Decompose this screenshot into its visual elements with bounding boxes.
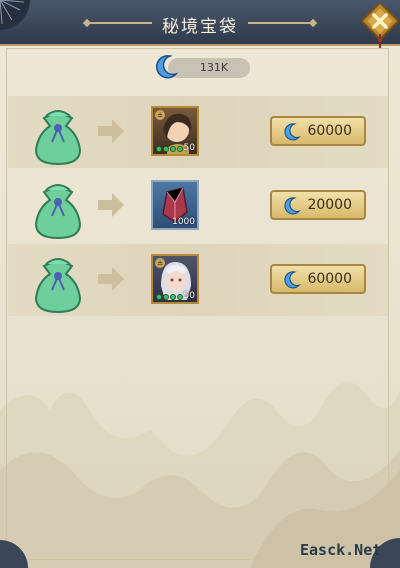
buy-button-1[interactable]: 60000 [270, 116, 366, 146]
material-item[interactable]: 1000 [151, 180, 199, 230]
price-label: 60000 [307, 123, 352, 139]
arrow-right-icon [98, 267, 124, 291]
crescent-moon-icon [284, 271, 301, 289]
arrow-right-icon [98, 119, 124, 143]
fan-ornament-icon [0, 540, 28, 568]
item-level: 50 [183, 291, 195, 301]
title-bar: 秘境宝袋 [0, 0, 400, 46]
hero-card-item[interactable]: ± 50 [151, 254, 199, 304]
item-count: 1000 [172, 217, 195, 227]
buy-button-2[interactable]: 20000 [270, 190, 366, 220]
green-pouch-icon [34, 184, 82, 240]
reward-row-3: ± 50 60000 [8, 244, 388, 316]
reward-row-1: ± 50 60000 [8, 96, 388, 168]
class-badge: ± [155, 110, 165, 120]
buy-button-3[interactable]: 60000 [270, 264, 366, 294]
hero-card-item[interactable]: ± 50 [151, 106, 199, 156]
star-pips [156, 294, 183, 300]
reward-row-2: 1000 20000 [8, 170, 388, 242]
window-title: 秘境宝袋 [162, 17, 238, 37]
green-pouch-icon [34, 110, 82, 166]
green-pouch-icon [34, 258, 82, 314]
crescent-moon-icon [155, 55, 179, 79]
crescent-moon-icon [284, 197, 301, 215]
item-level: 50 [183, 143, 195, 153]
arrow-right-icon [98, 193, 124, 217]
star-pips [156, 146, 183, 152]
close-button[interactable] [361, 4, 399, 48]
class-badge: ± [155, 258, 165, 268]
currency-balance: 131K [168, 58, 250, 78]
price-label: 60000 [307, 271, 352, 287]
watermark-text: Easck.Net [300, 541, 382, 559]
treasure-bag-panel: 秘境宝袋 131K ± 50 60000 1000 20000 ± 50 600… [0, 0, 400, 568]
price-label: 20000 [307, 197, 352, 213]
title-divider-right [248, 22, 310, 24]
crescent-moon-icon [284, 123, 301, 141]
